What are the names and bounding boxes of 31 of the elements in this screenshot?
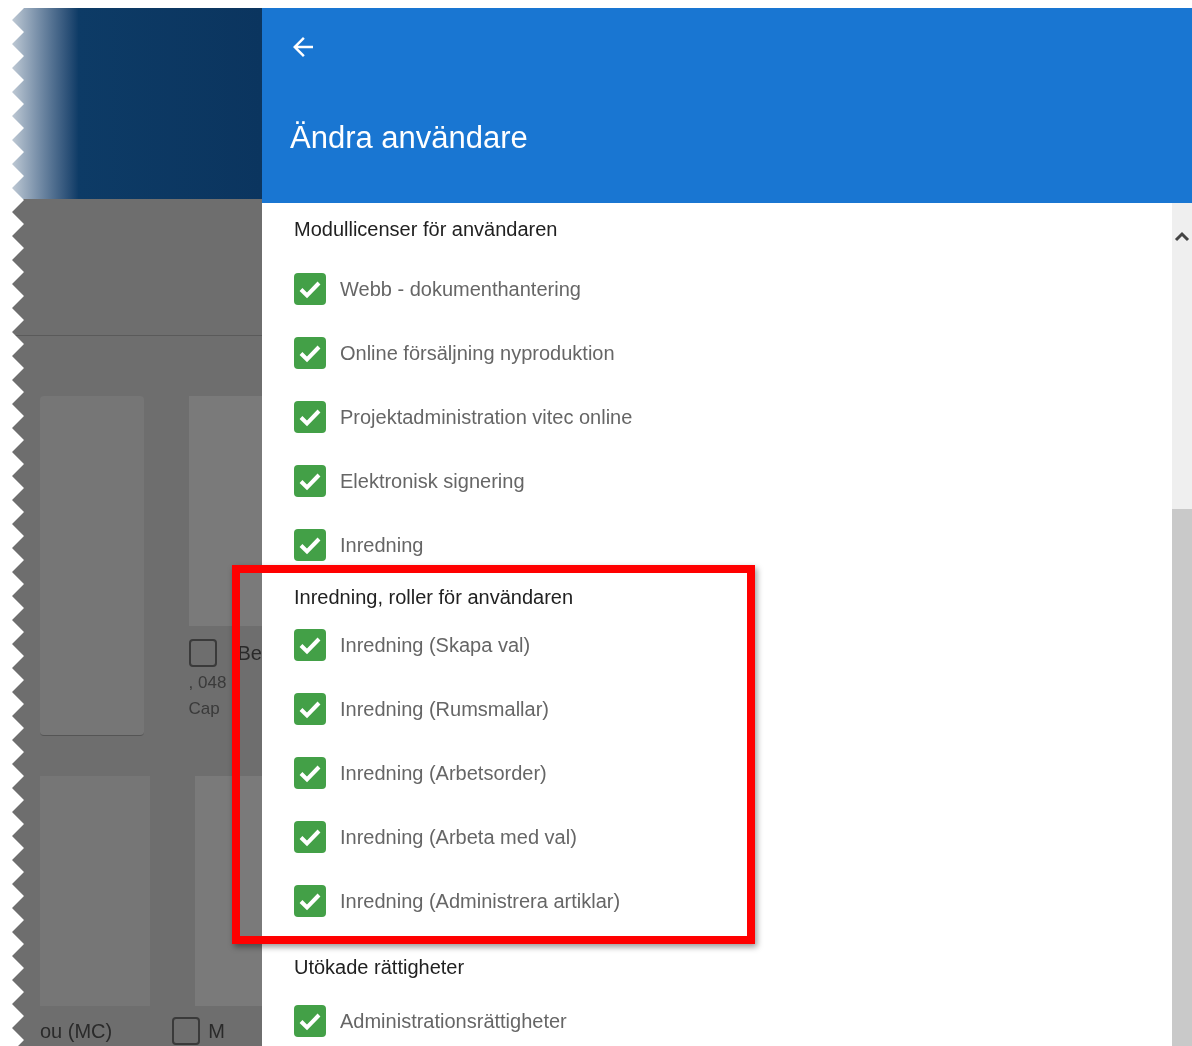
- checkbox-checked-icon[interactable]: [294, 885, 326, 917]
- checkbox-label: Projektadministration vitec online: [340, 405, 633, 429]
- checkbox-checked-icon[interactable]: [294, 273, 326, 305]
- checkbox[interactable]: [188, 639, 217, 667]
- checkbox-label: Inredning (Arbeta med val): [340, 825, 577, 849]
- checkbox-checked-icon[interactable]: [294, 1005, 326, 1037]
- card-title: ou (MC): [40, 1019, 113, 1044]
- section-heading: Modullicenser för användaren: [294, 217, 558, 242]
- panel-title: Ändra användare: [290, 122, 529, 153]
- section-heading: Utökade rättigheter: [294, 955, 465, 980]
- checkbox-checked-icon[interactable]: [294, 629, 326, 661]
- scrollbar-thumb[interactable]: [1172, 509, 1192, 1046]
- checkbox-label: Inredning (Rumsmallar): [340, 697, 549, 721]
- checkbox-checked-icon[interactable]: [294, 337, 326, 369]
- checkbox-checked-icon[interactable]: [294, 401, 326, 433]
- checkbox-checked-icon[interactable]: [294, 821, 326, 853]
- checkbox-label: Inredning (Arbetsorder): [340, 761, 547, 785]
- checkbox-label: Inredning: [340, 533, 424, 557]
- checkbox[interactable]: [172, 1017, 201, 1045]
- checkbox-label: Administrationsrättigheter: [340, 1009, 567, 1033]
- checkbox-checked-icon[interactable]: [294, 465, 326, 497]
- checkbox-label: Online försäljning nyproduktion: [340, 341, 615, 365]
- section-heading: Inredning, roller för användaren: [294, 585, 574, 610]
- checkbox-label: Inredning (Skapa val): [340, 633, 531, 657]
- checkbox-label: Elektronisk signering: [340, 469, 525, 493]
- checkbox-checked-icon[interactable]: [294, 529, 326, 561]
- card-title: M: [208, 1019, 225, 1044]
- checkbox-label: Webb - dokumenthantering: [340, 277, 581, 301]
- checkbox-checked-icon[interactable]: [294, 757, 326, 789]
- checkbox-label: Inredning (Administrera artiklar): [340, 889, 621, 913]
- checkbox-checked-icon[interactable]: [294, 693, 326, 725]
